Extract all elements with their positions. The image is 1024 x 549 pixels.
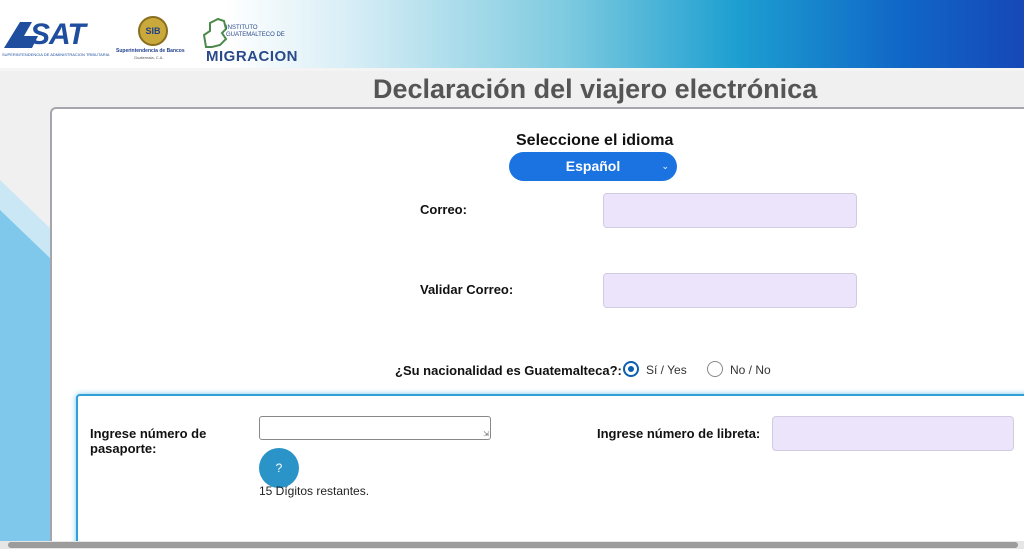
- passport-label-line2: pasaporte:: [90, 441, 157, 456]
- migracion-logo: INSTITUTO GUATEMALTECO DE MIGRACION: [196, 15, 298, 67]
- sat-logo: SAT SUPERINTENDENCIA DE ADMINISTRACION T…: [2, 18, 114, 60]
- sat-logo-subtitle: SUPERINTENDENCIA DE ADMINISTRACION TRIBU…: [2, 52, 110, 57]
- header-divider: [0, 68, 1024, 71]
- chevron-down-icon: ⌄: [661, 161, 669, 171]
- email-label: Correo:: [420, 202, 467, 217]
- migracion-logo-text: MIGRACION: [206, 48, 298, 65]
- nationality-no-label[interactable]: No / No: [730, 363, 771, 377]
- sib-logo: SIB Superintendencia de Bancos Guatemala…: [116, 16, 196, 62]
- sat-logo-text: SAT: [30, 18, 86, 51]
- nationality-question: ¿Su nacionalidad es Guatemalteca?:: [395, 363, 622, 378]
- passport-label-line1: Ingrese número de: [90, 426, 207, 441]
- email-field[interactable]: [603, 193, 857, 228]
- validate-email-label: Validar Correo:: [420, 282, 514, 297]
- scrollbar-thumb[interactable]: [8, 542, 1018, 548]
- migracion-logo-line1: INSTITUTO: [226, 25, 258, 31]
- textarea-resize-icon[interactable]: ⇲: [483, 431, 489, 438]
- migracion-logo-line2: GUATEMALTECO DE: [226, 32, 285, 38]
- help-button[interactable]: ?: [259, 448, 299, 488]
- sib-logo-text: Superintendencia de Bancos: [116, 48, 185, 54]
- language-label: Seleccione el idioma: [516, 132, 674, 149]
- nationality-yes-radio[interactable]: [623, 361, 639, 377]
- booklet-number-field[interactable]: [772, 416, 1014, 451]
- booklet-label: Ingrese número de libreta:: [597, 426, 761, 441]
- sib-logo-subtitle: Guatemala, C.A.: [134, 55, 164, 60]
- nationality-yes-label[interactable]: Sí / Yes: [646, 363, 687, 377]
- help-icon: ?: [275, 461, 283, 475]
- left-decoration: [0, 180, 52, 549]
- nationality-no-radio[interactable]: [707, 361, 723, 377]
- validate-email-field[interactable]: [603, 273, 857, 308]
- digits-remaining-text: 15 Dígitos restantes.: [259, 484, 370, 498]
- horizontal-scrollbar[interactable]: [0, 541, 1024, 549]
- language-selected-value: Español: [565, 158, 621, 174]
- sib-seal-icon: SIB: [138, 16, 168, 46]
- passport-number-input[interactable]: ⇲: [259, 416, 491, 440]
- language-select[interactable]: Español ⌄: [509, 152, 677, 181]
- page-title: Declaración del viajero electrónica: [373, 74, 818, 104]
